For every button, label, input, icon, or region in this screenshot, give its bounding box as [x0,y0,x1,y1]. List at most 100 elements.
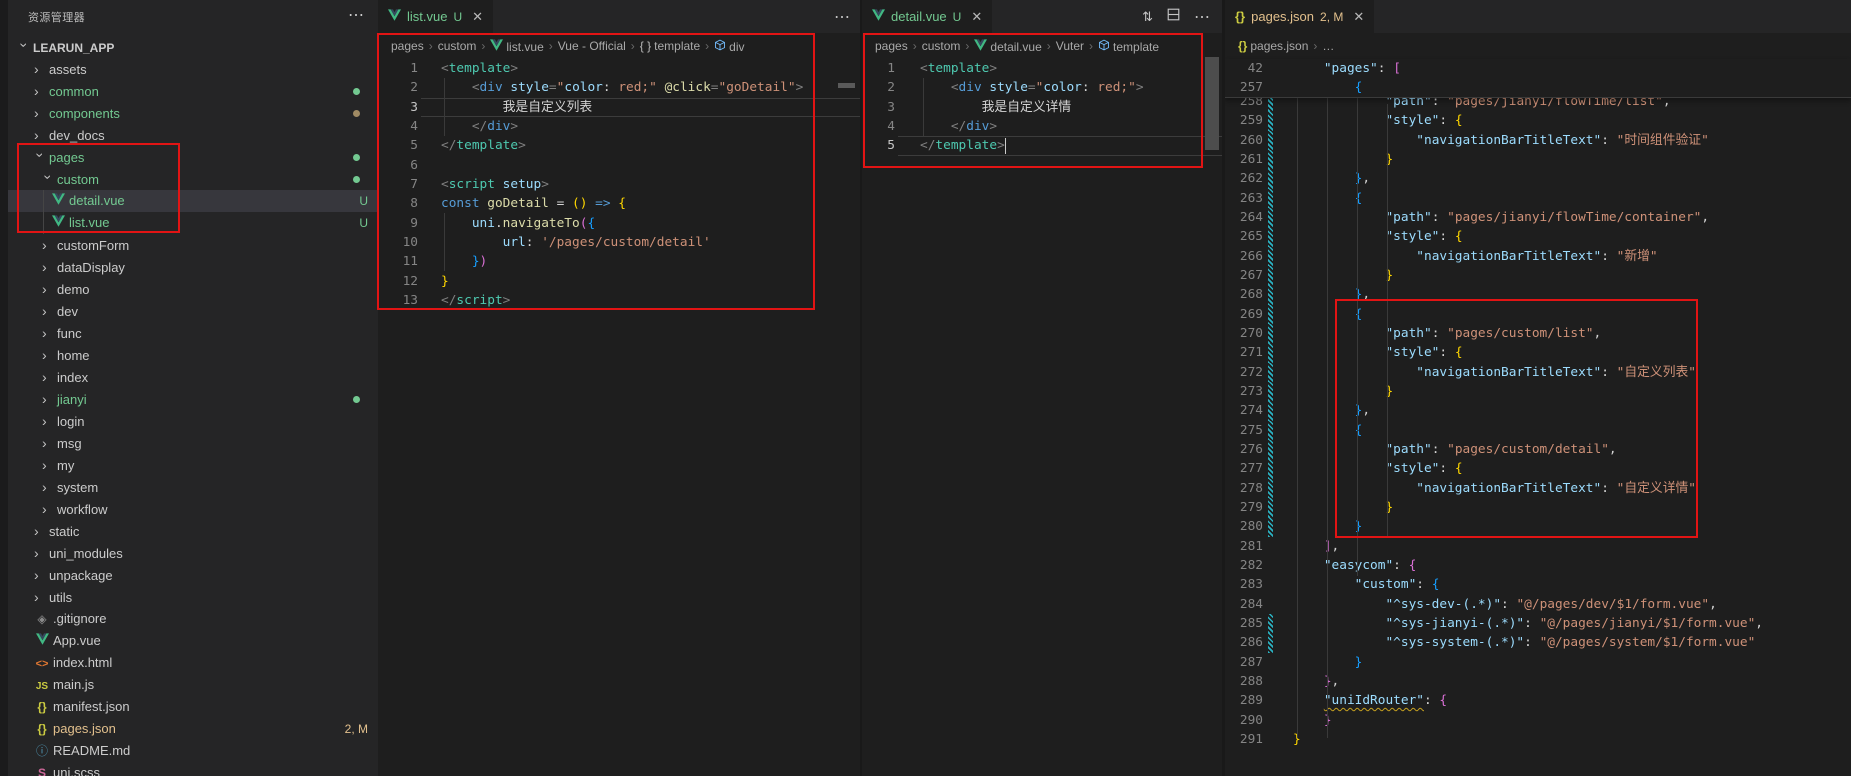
tree-item-label: assets [49,62,87,77]
line-number: 269 [1225,305,1263,324]
code-text: "pages": [ [1293,59,1401,78]
json-file-icon: {} [1235,9,1245,24]
tree-item-root[interactable]: ›LEARUN_APP [8,36,378,58]
breadcrumb[interactable]: {}pages.json›… [1225,33,1851,59]
open-changes-icon[interactable]: ⇅ [1142,9,1153,25]
tab-pages-json[interactable]: {}pages.json2, M✕ [1225,0,1374,33]
chevron-icon: › [42,476,54,498]
breadcrumb-item[interactable]: pages [875,39,908,53]
tree-item-main-js[interactable]: JSmain.js [8,674,378,696]
json-file-icon: {} [34,696,50,718]
code-line: 266 "navigationBarTitleText": "新增" [1225,247,1851,266]
breadcrumb[interactable]: pages›custom›list.vue›Vue - Official›{ }… [378,33,860,59]
scrollbar-handle[interactable] [1205,57,1219,150]
close-icon[interactable]: ✕ [1353,9,1364,25]
tab-list-vue[interactable]: list.vueU✕ [378,0,493,33]
breadcrumb-item[interactable]: detail.vue [974,39,1041,54]
chevron-icon: › [42,388,54,410]
tree-item-label: index.html [53,655,112,670]
breadcrumb-item[interactable]: list.vue [490,39,543,54]
sticky-scroll[interactable]: 42 "pages": [257 { [1225,59,1851,98]
tree-item-utils[interactable]: ›utils [8,586,378,608]
breadcrumb-item[interactable]: Vue - Official [558,39,626,53]
tree-item-assets[interactable]: ›assets [8,58,378,80]
line-number: 274 [1225,401,1263,420]
line-number: 277 [1225,459,1263,478]
tree-item-system[interactable]: ›system [8,476,378,498]
vscode-window: 资源管理器 ⋯ ›LEARUN_APP›assets›common›compon… [0,0,1851,776]
code-text: uni.navigateTo({ [441,214,595,233]
breadcrumb-item[interactable]: template [1098,39,1159,54]
tree-item-unpackage[interactable]: ›unpackage [8,564,378,586]
tree-item-common[interactable]: ›common [8,80,378,102]
modified-gutter-icon [1268,324,1273,343]
tree-item-static[interactable]: ›static [8,520,378,542]
tree-item-label: dataDisplay [57,260,125,275]
tree-item-list-vue[interactable]: list.vueU [8,212,378,234]
breadcrumb-item[interactable]: pages [391,39,424,53]
close-icon[interactable]: ✕ [971,9,982,25]
tree-item-my[interactable]: ›my [8,454,378,476]
line-number: 6 [378,156,418,175]
explorer-header: 资源管理器 ⋯ [8,0,378,35]
code-line: 10 url: '/pages/custom/detail' [378,233,860,252]
more-icon[interactable]: ⋯ [1194,7,1210,27]
tree-item-dataDisplay[interactable]: ›dataDisplay [8,256,378,278]
tree-item-dev_docs[interactable]: ›dev_docs [8,124,378,146]
tab-label: pages.json [1251,9,1314,24]
tree-item-customForm[interactable]: ›customForm [8,234,378,256]
code-line: 285 "^sys-jianyi-(.*)": "@/pages/jianyi/… [1225,614,1851,633]
tree-item-index[interactable]: ›index [8,366,378,388]
tree-item-custom[interactable]: ›custom [8,168,378,190]
breadcrumb-separator-icon: › [963,39,971,53]
breadcrumb-item[interactable]: Vuter [1056,39,1084,53]
tree-item-uni_modules[interactable]: ›uni_modules [8,542,378,564]
close-icon[interactable]: ✕ [472,9,483,25]
chevron-icon: › [34,542,46,564]
breadcrumb-item[interactable]: … [1322,39,1334,53]
editor-group-detail-vue: detail.vueU✕⇅⋯pages›custom›detail.vue›Vu… [862,0,1222,776]
tree-item-dev[interactable]: ›dev [8,300,378,322]
tree-item-pages-json[interactable]: {}pages.json2, M [8,718,378,740]
chevron-icon: › [42,410,54,432]
more-actions-icon[interactable]: ⋯ [348,5,364,25]
tab-detail-vue[interactable]: detail.vueU✕ [862,0,992,33]
modified-dot-icon [353,176,360,183]
tree-item-login[interactable]: ›login [8,410,378,432]
tree-item-detail-vue[interactable]: detail.vueU [8,190,378,212]
more-icon[interactable]: ⋯ [834,7,850,27]
tree-item--gitignore[interactable]: ◈.gitignore [8,608,378,630]
breadcrumb-item[interactable]: {}pages.json [1238,39,1308,53]
tree-item-func[interactable]: ›func [8,322,378,344]
breadcrumb-item[interactable]: { }template [640,39,700,53]
code-line: 259 "style": { [1225,111,1851,130]
tree-item-uni-scss[interactable]: Suni.scss [8,762,378,776]
scrollbar-mark[interactable] [838,83,855,88]
chevron-icon: › [34,586,46,608]
tree-item-manifest-json[interactable]: {}manifest.json [8,696,378,718]
breadcrumb-item[interactable]: custom [438,39,477,53]
line-number: 9 [378,214,418,233]
tree-item-label: dev_docs [49,128,105,143]
tree-item-index-html[interactable]: <>index.html [8,652,378,674]
tree-item-components[interactable]: ›components [8,102,378,124]
code-line: 2 <div style="color: red;" @click="goDet… [378,78,860,97]
split-editor-icon[interactable] [1167,8,1180,26]
tree-item-App-vue[interactable]: App.vue [8,630,378,652]
tree-item-README-md[interactable]: ⓘREADME.md [8,740,378,762]
breadcrumb-item[interactable]: custom [922,39,961,53]
tree-item-pages[interactable]: ›pages [8,146,378,168]
tree-item-demo[interactable]: ›demo [8,278,378,300]
code-line: 13</script> [378,291,860,310]
line-number: 279 [1225,498,1263,517]
breadcrumb-item[interactable]: div [714,39,744,54]
chevron-icon: › [14,43,36,55]
tree-item-workflow[interactable]: ›workflow [8,498,378,520]
code-area[interactable]: 258 "path": "pages/jianyi/flowTime/list"… [1225,92,1851,749]
breadcrumb[interactable]: pages›custom›detail.vue›Vuter›template [862,33,1222,59]
tree-item-jianyi[interactable]: ›jianyi [8,388,378,410]
line-number: 259 [1225,111,1263,130]
tree-item-home[interactable]: ›home [8,344,378,366]
tree-item-msg[interactable]: ›msg [8,432,378,454]
line-number: 281 [1225,537,1263,556]
